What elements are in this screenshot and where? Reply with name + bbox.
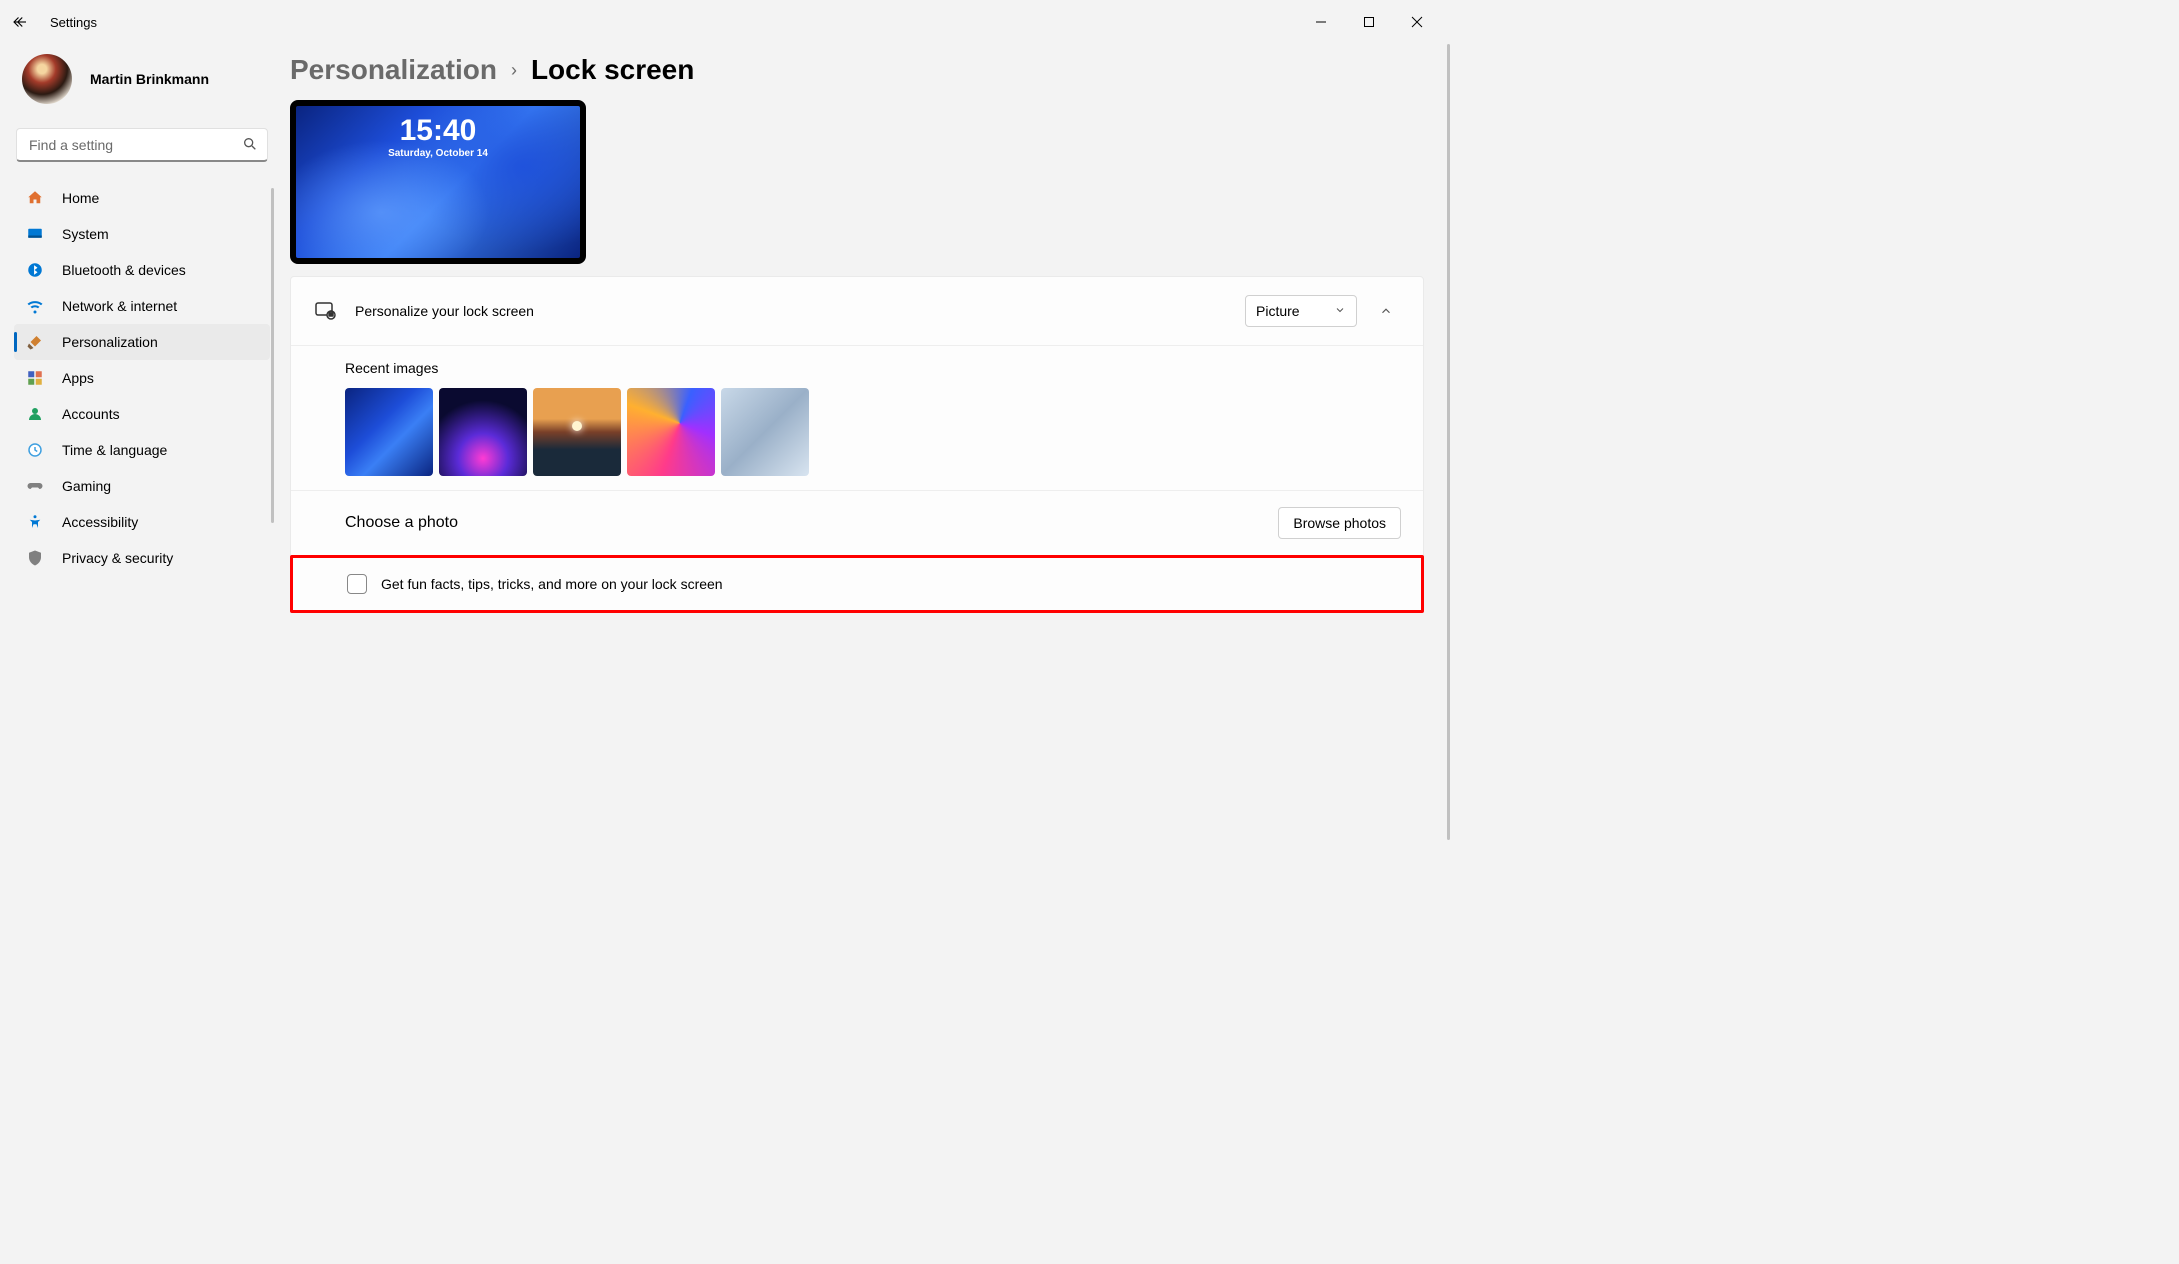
recent-images [345,388,1401,476]
wifi-icon [26,297,44,315]
nav: Home System Bluetooth & devices Network … [14,180,270,576]
preview-date: Saturday, October 14 [388,148,488,159]
titlebar: Settings [0,0,1452,44]
recent-images-section: Recent images [291,345,1423,490]
nav-personalization[interactable]: Personalization [14,324,270,360]
nav-privacy[interactable]: Privacy & security [14,540,270,576]
select-value: Picture [1256,303,1300,319]
background-select[interactable]: Picture [1245,295,1357,327]
gamepad-icon [26,477,44,495]
nav-label: Personalization [62,334,158,350]
nav-label: Privacy & security [62,550,173,566]
choose-photo-row: Choose a photo Browse photos [291,490,1423,555]
nav-label: Apps [62,370,94,386]
avatar [22,54,72,104]
close-button[interactable] [1402,7,1432,37]
person-icon [26,405,44,423]
breadcrumb-parent[interactable]: Personalization [290,54,497,86]
minimize-button[interactable] [1306,7,1336,37]
recent-image-4[interactable] [627,388,715,476]
recent-image-2[interactable] [439,388,527,476]
back-button[interactable] [10,12,30,32]
personalize-card: Personalize your lock screen Picture Rec… [290,276,1424,613]
system-icon [26,225,44,243]
nav-system[interactable]: System [14,216,270,252]
sidebar: Martin Brinkmann Home System Bluetooth &… [0,44,278,840]
nav-accessibility[interactable]: Accessibility [14,504,270,540]
home-icon [26,189,44,207]
recent-images-label: Recent images [345,360,1401,376]
nav-apps[interactable]: Apps [14,360,270,396]
nav-home[interactable]: Home [14,180,270,216]
nav-gaming[interactable]: Gaming [14,468,270,504]
app-title: Settings [50,15,97,30]
nav-label: Network & internet [62,298,177,314]
maximize-button[interactable] [1354,7,1384,37]
search-input[interactable] [16,128,268,162]
funfacts-row[interactable]: Get fun facts, tips, tricks, and more on… [290,555,1424,613]
recent-image-1[interactable] [345,388,433,476]
funfacts-label: Get fun facts, tips, tricks, and more on… [381,576,723,592]
nav-label: Gaming [62,478,111,494]
nav-scrollbar[interactable] [271,188,274,523]
breadcrumb-current: Lock screen [531,54,694,86]
nav-network[interactable]: Network & internet [14,288,270,324]
search-box [16,128,268,162]
preview-time: 15:40 [400,114,477,148]
chevron-right-icon: › [511,60,517,81]
recent-image-3[interactable] [533,388,621,476]
breadcrumb: Personalization › Lock screen [290,54,1424,86]
lockscreen-preview: 15:40 Saturday, October 14 [290,100,586,264]
nav-bluetooth[interactable]: Bluetooth & devices [14,252,270,288]
clock-icon [26,441,44,459]
chevron-down-icon [1334,303,1346,319]
accessibility-icon [26,513,44,531]
nav-time[interactable]: Time & language [14,432,270,468]
apps-icon [26,369,44,387]
nav-label: Accounts [62,406,120,422]
profile-block[interactable]: Martin Brinkmann [14,50,270,128]
funfacts-checkbox[interactable] [347,574,367,594]
recent-image-5[interactable] [721,388,809,476]
nav-label: Home [62,190,99,206]
collapse-button[interactable] [1371,296,1401,326]
choose-photo-label: Choose a photo [345,514,458,532]
card-header[interactable]: Personalize your lock screen Picture [291,277,1423,345]
nav-label: Accessibility [62,514,138,530]
card-title: Personalize your lock screen [355,303,534,319]
browse-photos-button[interactable]: Browse photos [1278,507,1401,539]
shield-icon [26,549,44,567]
nav-label: Bluetooth & devices [62,262,186,278]
search-icon [242,136,258,157]
nav-accounts[interactable]: Accounts [14,396,270,432]
paintbrush-icon [26,333,44,351]
lockscreen-icon [313,299,337,323]
nav-label: System [62,226,109,242]
profile-name: Martin Brinkmann [90,71,209,87]
bluetooth-icon [26,261,44,279]
content-scrollbar[interactable] [1447,44,1450,840]
nav-label: Time & language [62,442,167,458]
content: Personalization › Lock screen 15:40 Satu… [278,44,1452,840]
